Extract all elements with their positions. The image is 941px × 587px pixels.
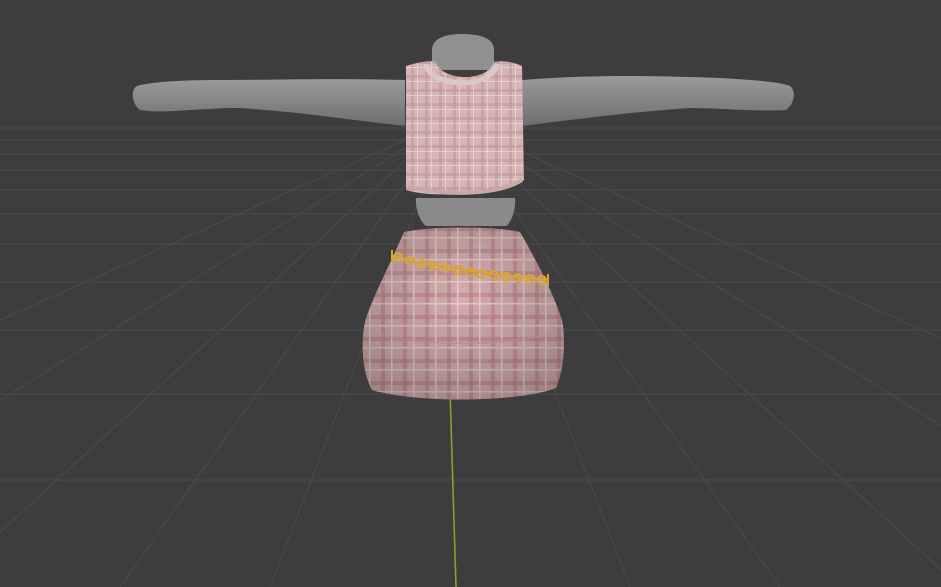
y-axis-line: [449, 389, 457, 587]
3d-viewport[interactable]: [0, 0, 941, 587]
mannequin-midriff: [415, 198, 516, 226]
mannequin-neck: [432, 34, 494, 70]
crop-top: [406, 61, 524, 195]
